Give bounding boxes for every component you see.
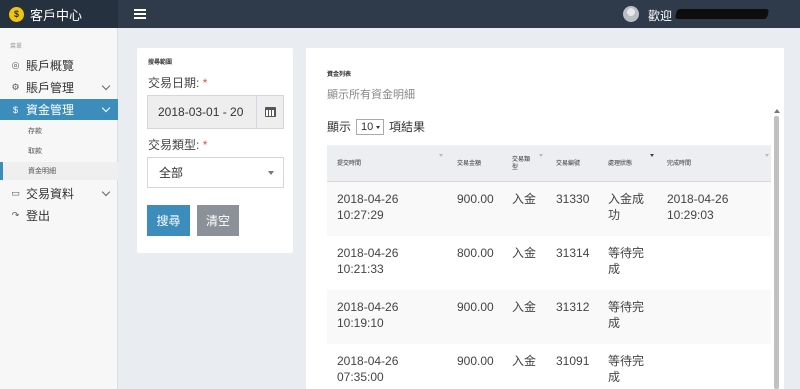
sidebar-item-account-management[interactable]: ⚙ 賬戶管理 xyxy=(0,77,118,98)
sidebar-subitem-fund-details[interactable]: 資金明細 xyxy=(0,162,118,180)
caret-down-icon xyxy=(376,125,381,129)
table-header: 提交時間 交易金額 交易類型 交易編號 處理狀態 完成時間 xyxy=(327,145,771,182)
date-range-value: 2018-03-01 - 20 xyxy=(158,105,244,119)
sidebar-item-label: 賬戶概覽 xyxy=(26,59,75,73)
funds-table: 提交時間 交易金額 交易類型 交易編號 處理狀態 完成時間 2018-04-26… xyxy=(327,145,771,389)
cell-status: 等待完成 xyxy=(608,300,645,330)
funds-subtitle: 顯示所有資金明細 xyxy=(327,89,415,101)
transaction-type-select[interactable]: 全部 xyxy=(147,157,284,188)
briefcase-icon: ▭ xyxy=(11,188,20,198)
cell-type: 入金 xyxy=(512,354,537,368)
sort-icon[interactable] xyxy=(539,154,543,157)
table-row: 2018-04-26 10:19:10 900.00 入金 31312 等待完成 xyxy=(327,290,771,344)
brand[interactable]: $ 客戶中心 xyxy=(0,0,118,28)
required-mark: * xyxy=(202,76,208,90)
sidebar-item-label: 賬戶管理 xyxy=(26,81,75,95)
table-row: 2018-04-26 10:21:33 800.00 入金 31314 等待完成 xyxy=(327,236,771,290)
column-header-submit-time[interactable]: 提交時間 xyxy=(337,145,417,182)
page-length-control: 顯示 10 項結果 xyxy=(327,118,426,135)
cell-status: 等待完成 xyxy=(608,354,645,384)
calendar-icon xyxy=(264,107,276,117)
search-panel-caption: 搜尋範圍 xyxy=(148,60,173,66)
top-navbar: $ 客戶中心 歡迎 xyxy=(0,0,800,28)
table-row: 2018-04-26 07:35:00 900.00 入金 31091 等待完成 xyxy=(327,344,771,389)
cell-submit-time: 2018-04-26 07:35:00 xyxy=(337,354,399,384)
sort-icon[interactable] xyxy=(650,154,654,157)
cell-amount: 900.00 xyxy=(457,354,494,368)
column-header-status[interactable]: 處理狀態 xyxy=(608,145,648,182)
cell-id: 31314 xyxy=(556,246,590,260)
dashboard-icon: ◎ xyxy=(11,60,20,70)
caret-down-icon xyxy=(268,171,274,175)
avatar[interactable] xyxy=(623,6,639,22)
cell-type: 入金 xyxy=(512,300,537,314)
app-title: 客戶中心 xyxy=(30,7,83,23)
transaction-type-value: 全部 xyxy=(159,166,184,180)
sidebar-item-logout[interactable]: ↷ 登出 xyxy=(0,205,118,226)
cell-id: 31091 xyxy=(556,354,590,368)
sidebar-subitem-deposit[interactable]: 存款 xyxy=(0,122,118,140)
required-mark: * xyxy=(202,138,208,152)
redacted-username xyxy=(674,9,770,19)
calendar-button[interactable] xyxy=(256,96,283,128)
logout-icon: ↷ xyxy=(11,210,20,220)
page-size-select[interactable]: 10 xyxy=(356,118,385,135)
chevron-down-icon xyxy=(101,187,111,197)
type-label: 交易類型: * xyxy=(148,138,208,152)
sidebar-subitem-withdraw[interactable]: 取款 xyxy=(0,142,118,160)
cell-amount: 800.00 xyxy=(457,246,494,260)
scroll-up-arrow-icon[interactable] xyxy=(774,109,780,113)
cell-amount: 900.00 xyxy=(457,192,494,206)
cell-done-time: 2018-04-26 10:29:03 xyxy=(667,192,729,222)
funds-title: 資金列表 xyxy=(327,72,352,78)
cell-status: 等待完成 xyxy=(608,246,645,276)
cell-id: 31330 xyxy=(556,192,590,206)
dollar-icon: $ xyxy=(12,104,18,115)
cell-submit-time: 2018-04-26 10:27:29 xyxy=(337,192,399,222)
sort-icon[interactable] xyxy=(765,154,769,157)
column-header-id[interactable]: 交易編號 xyxy=(556,145,596,182)
sidebar-section-label: 菜單 xyxy=(10,44,23,50)
sidebar-item-label: 交易資料 xyxy=(26,187,75,201)
sidebar-item-trading-data[interactable]: ▭ 交易資料 xyxy=(0,183,118,204)
cell-status: 入金成功 xyxy=(608,192,645,222)
logo-icon: $ xyxy=(9,6,24,22)
search-button[interactable]: 搜尋 xyxy=(147,205,190,236)
sidebar: 菜單 ◎ 賬戶概覽 ⚙ 賬戶管理 $ 資金管理 存款 取款 資金明細 ▭ 交易資… xyxy=(0,28,118,389)
cell-type: 入金 xyxy=(512,192,537,206)
date-label: 交易日期: * xyxy=(148,76,208,90)
sidebar-item-label: 資金管理 xyxy=(26,103,75,117)
funds-panel: 資金列表 顯示所有資金明細 顯示 10 項結果 提交時間 交易金額 交易類型 交… xyxy=(306,48,784,389)
cell-type: 入金 xyxy=(512,246,537,260)
date-range-input[interactable]: 2018-03-01 - 20 xyxy=(147,95,284,129)
chevron-down-icon xyxy=(101,81,111,91)
sidebar-item-account-overview[interactable]: ◎ 賬戶概覽 xyxy=(0,55,118,76)
menu-toggle-icon[interactable] xyxy=(134,6,146,22)
cell-amount: 900.00 xyxy=(457,300,494,314)
sort-icon[interactable] xyxy=(439,154,443,157)
clear-button[interactable]: 清空 xyxy=(197,205,239,236)
chevron-down-icon xyxy=(101,103,111,113)
sidebar-item-label: 登出 xyxy=(26,209,51,223)
sidebar-item-fund-management[interactable]: $ 資金管理 xyxy=(0,99,118,120)
scrollbar[interactable] xyxy=(774,116,779,389)
welcome-text: 歡迎 xyxy=(648,9,673,23)
table-row: 2018-04-26 10:27:29 900.00 入金 31330 入金成功 … xyxy=(327,182,771,236)
column-header-done-time[interactable]: 完成時間 xyxy=(667,145,717,182)
cell-submit-time: 2018-04-26 10:19:10 xyxy=(337,300,399,330)
gear-icon: ⚙ xyxy=(11,82,20,92)
cell-id: 31312 xyxy=(556,300,590,314)
cell-submit-time: 2018-04-26 10:21:33 xyxy=(337,246,399,276)
column-header-amount[interactable]: 交易金額 xyxy=(457,145,497,182)
search-panel: 搜尋範圍 交易日期: * 2018-03-01 - 20 交易類型: * 全部 … xyxy=(137,48,293,253)
column-header-type[interactable]: 交易類型 xyxy=(512,145,534,182)
